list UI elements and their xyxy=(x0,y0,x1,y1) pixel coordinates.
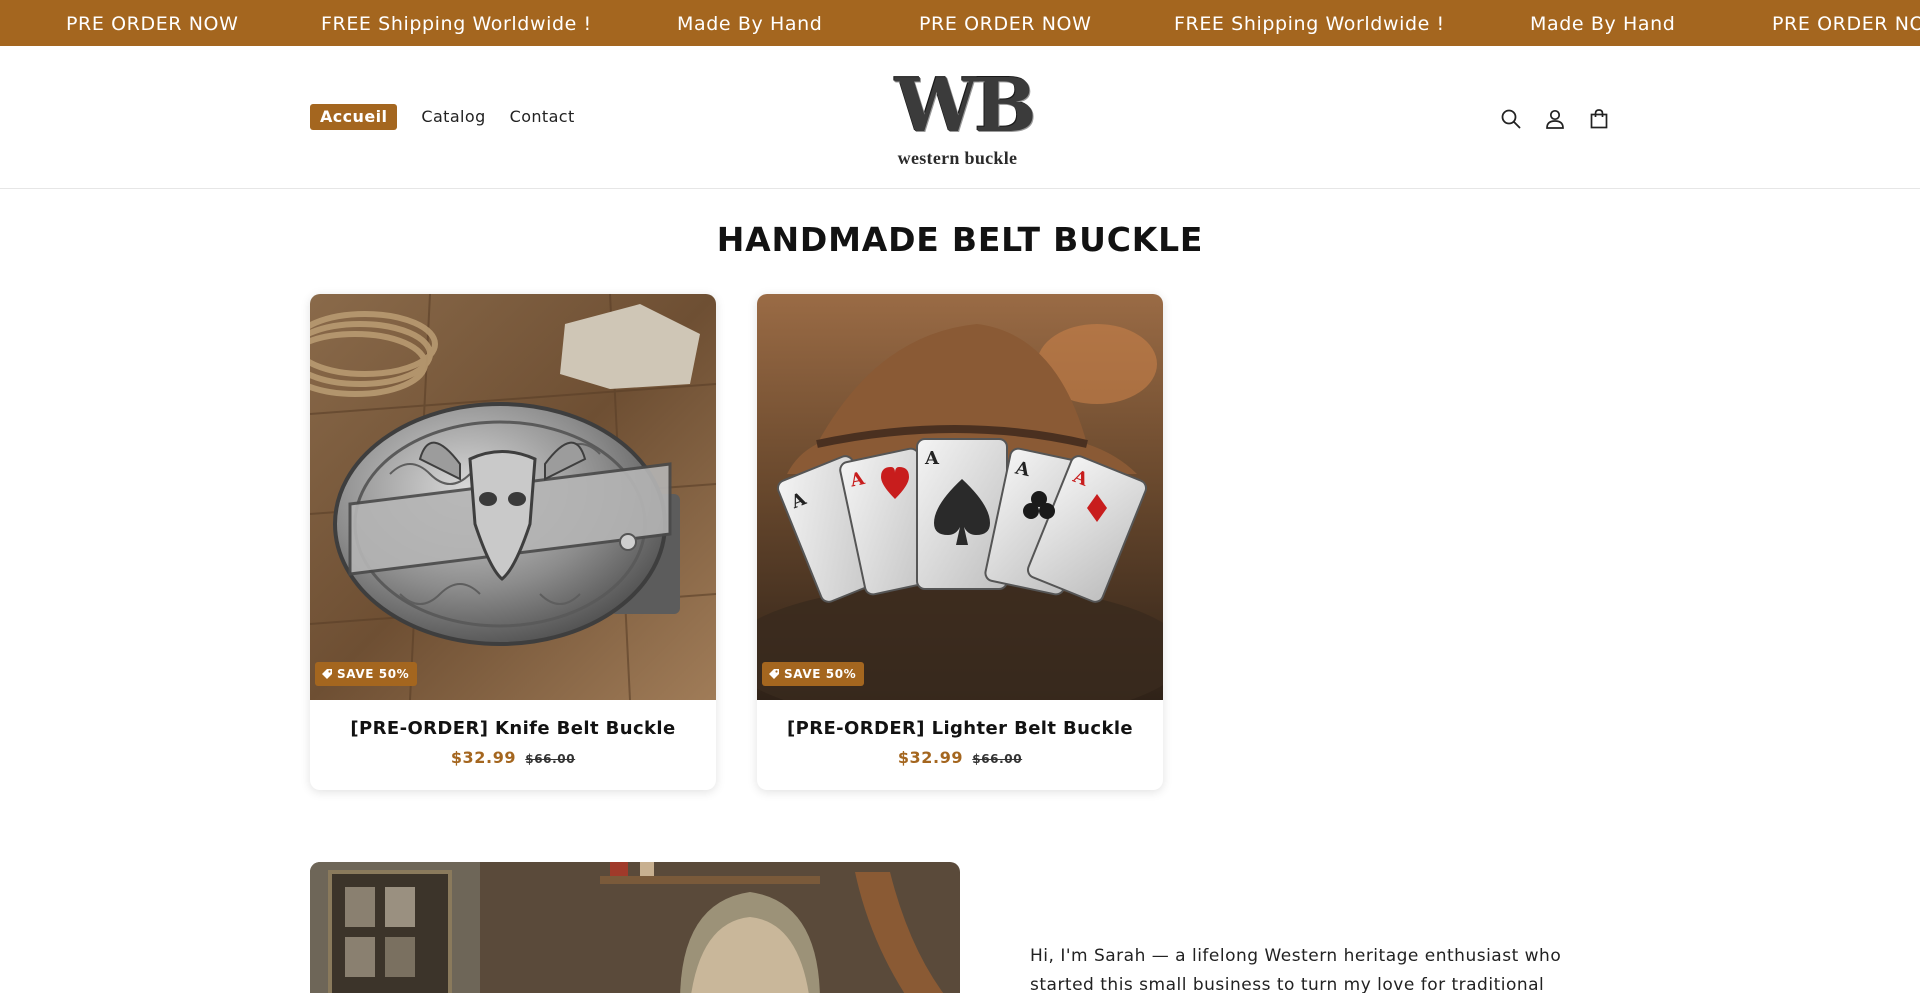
logo-initials: WB xyxy=(895,63,1037,149)
product-image-bull-skull-buckle[interactable]: SAVE 50% xyxy=(310,294,716,701)
product-title[interactable]: [PRE-ORDER] Lighter Belt Buckle xyxy=(757,718,1163,739)
cart-icon[interactable] xyxy=(1586,106,1612,132)
collection-title: HANDMADE BELT BUCKLE xyxy=(716,220,1204,259)
discount-badge: SAVE 50% xyxy=(315,662,418,686)
search-icon[interactable] xyxy=(1498,106,1524,132)
announcement-item: Made By Hand xyxy=(677,13,823,35)
discount-label: SAVE 50% xyxy=(337,667,410,681)
announcement-item: Made By Hand xyxy=(1530,13,1676,35)
discount-label: SAVE 50% xyxy=(784,667,857,681)
logo-tagline: western buckle xyxy=(897,148,1018,168)
main-nav: Accueil Catalog Contact xyxy=(310,104,599,130)
announcement-item: PRE ORDER NOW xyxy=(919,13,1092,35)
discount-badge: SAVE 50% xyxy=(762,662,865,686)
product-image-aces-buckle[interactable]: A A A A A SAVE 50% xyxy=(757,294,1163,724)
about-image xyxy=(310,862,960,993)
site-header: Accueil Catalog Contact WB western buckl… xyxy=(0,46,1920,189)
announcement-item: FREE Shipping Worldwide ! xyxy=(1174,13,1445,35)
svg-text:A: A xyxy=(924,448,940,469)
account-icon[interactable] xyxy=(1542,106,1568,132)
product-card[interactable]: A A A A A SAVE 50% [PRE-ORDER] Lighter B… xyxy=(757,294,1163,790)
price-sale: $32.99 xyxy=(450,748,517,767)
product-prices: $32.99 $66.00 xyxy=(757,748,1163,767)
announcement-bar: PRE ORDER NOW FREE Shipping Worldwide ! … xyxy=(0,0,1920,46)
tag-icon xyxy=(768,668,780,680)
announcement-item: FREE Shipping Worldwide ! xyxy=(321,13,592,35)
nav-link-accueil[interactable]: Accueil xyxy=(310,104,398,130)
tag-icon xyxy=(321,668,333,680)
product-prices: $32.99 $66.00 xyxy=(310,748,716,767)
site-logo[interactable]: WB western buckle xyxy=(895,63,1037,170)
price-sale: $32.99 xyxy=(897,748,964,767)
announcement-item: PRE ORDER NOW xyxy=(1772,13,1920,35)
price-regular: $66.00 xyxy=(972,752,1023,766)
product-title[interactable]: [PRE-ORDER] Knife Belt Buckle xyxy=(310,718,716,739)
price-regular: $66.00 xyxy=(525,752,576,766)
announcement-item: PRE ORDER NOW xyxy=(66,13,239,35)
nav-link-catalog[interactable]: Catalog xyxy=(421,104,485,130)
product-card[interactable]: SAVE 50% [PRE-ORDER] Knife Belt Buckle $… xyxy=(310,294,716,790)
about-text: Hi, I'm Sarah — a lifelong Western herit… xyxy=(1030,946,1562,993)
nav-link-contact[interactable]: Contact xyxy=(510,104,575,130)
header-icons xyxy=(1498,106,1630,132)
